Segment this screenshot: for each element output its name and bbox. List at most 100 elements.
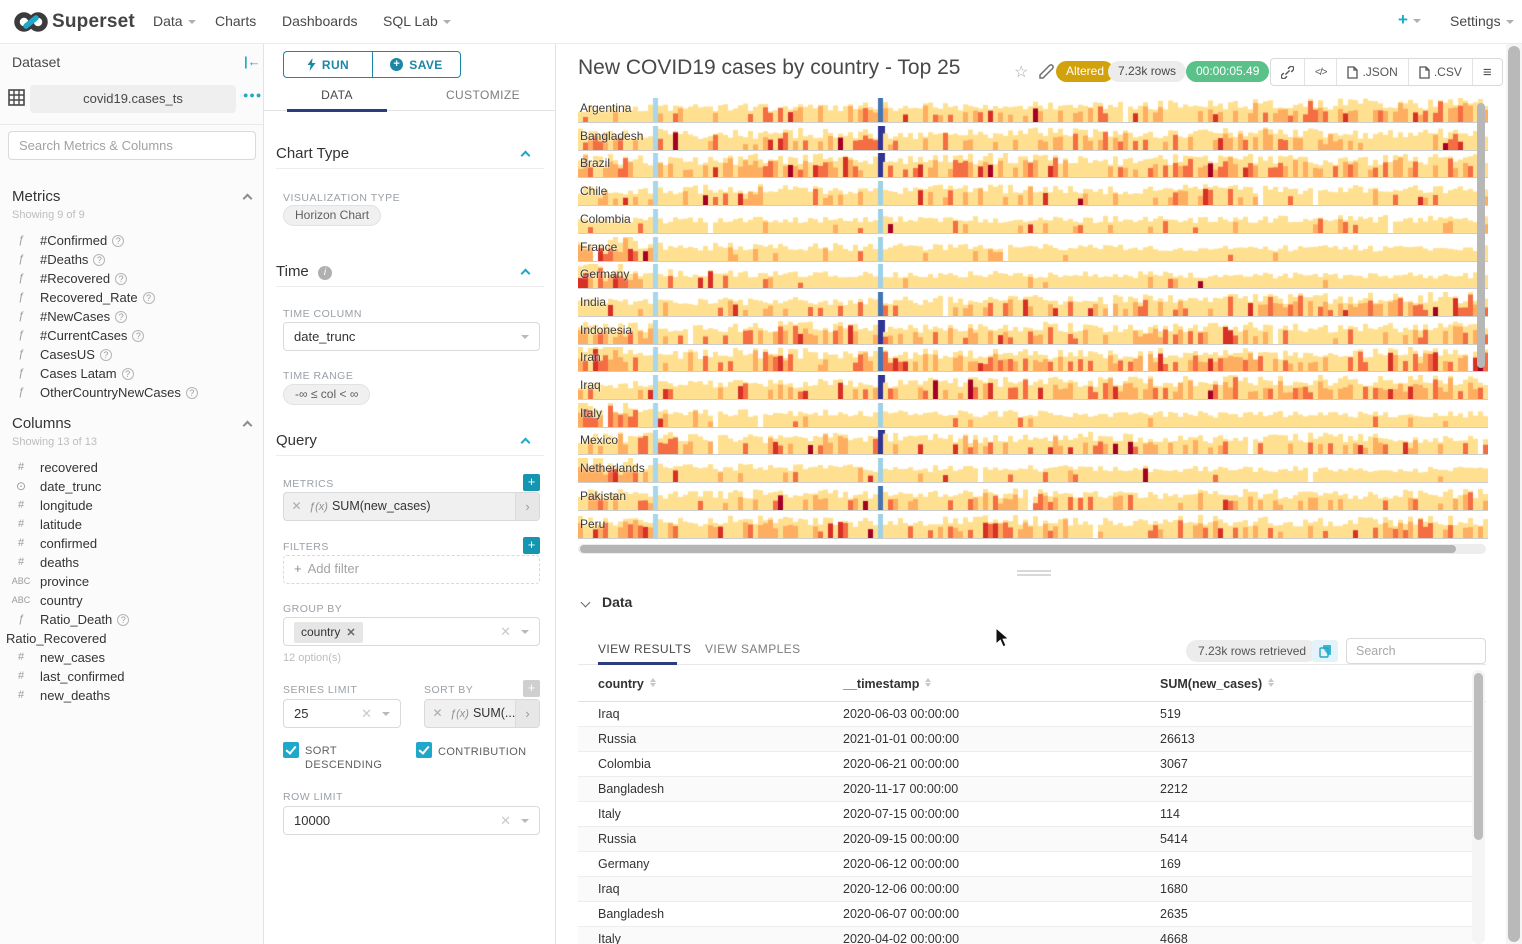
help-icon[interactable]: ? (100, 349, 112, 361)
export-json-button[interactable]: .JSON (1337, 59, 1408, 85)
favorite-star-icon[interactable]: ☆ (1014, 62, 1028, 82)
superset-logo-icon[interactable] (13, 9, 49, 35)
add-sort-metric-button[interactable]: + (523, 680, 540, 697)
metric-item[interactable]: ƒ#NewCases? (0, 307, 264, 326)
add-filter-button[interactable]: + (523, 537, 540, 554)
results-search-input[interactable] (1346, 638, 1486, 664)
viz-type-value[interactable]: Horizon Chart (283, 205, 381, 226)
row-limit-select[interactable]: 10000✕ (283, 806, 540, 835)
column-item[interactable]: #recovered (0, 458, 264, 477)
table-row[interactable]: Russia2021-01-01 00:00:0026613 (578, 727, 1473, 752)
column-item[interactable]: ⊙date_trunc (0, 477, 264, 496)
metric-item[interactable]: ƒ#Recovered? (0, 269, 264, 288)
time-column-select[interactable]: date_trunc (283, 322, 540, 351)
tab-data[interactable]: DATA (264, 84, 410, 110)
add-metric-button[interactable]: + (523, 474, 540, 491)
remove-metric-icon[interactable]: ✕ (284, 493, 309, 520)
clear-select-icon[interactable]: ✕ (361, 700, 372, 727)
clear-select-icon[interactable]: ✕ (500, 618, 511, 645)
sort-icon[interactable] (925, 678, 931, 688)
metric-item[interactable]: ƒ#Confirmed? (0, 231, 264, 250)
table-row[interactable]: Colombia2020-06-21 00:00:003067 (578, 752, 1473, 777)
add-filter-dropzone[interactable]: +Add filter (283, 555, 540, 584)
panel-resize-handle[interactable] (1004, 570, 1064, 580)
group-by-chip[interactable]: country✕ (294, 622, 363, 643)
column-header-country[interactable]: country (598, 677, 656, 691)
run-button[interactable]: RUN (283, 51, 372, 78)
nav-data-menu[interactable]: Data (153, 13, 196, 29)
tab-view-results[interactable]: VIEW RESULTS (598, 642, 691, 656)
metrics-columns-search-input[interactable] (8, 131, 256, 160)
table-row[interactable]: Bangladesh2020-11-17 00:00:002212 (578, 777, 1473, 802)
expand-metric-icon[interactable]: › (515, 493, 539, 520)
scrollbar-thumb[interactable] (580, 545, 1456, 553)
collapse-metrics-icon[interactable] (243, 194, 253, 204)
save-button[interactable]: + SAVE (372, 51, 461, 78)
column-item[interactable]: #new_cases (0, 648, 264, 667)
collapse-time-icon[interactable] (521, 269, 531, 279)
collapse-data-icon[interactable] (581, 598, 591, 608)
chart-menu-button[interactable]: ≡ (1473, 59, 1502, 85)
metric-item[interactable]: ƒRecovered_Rate? (0, 288, 264, 307)
nav-charts[interactable]: Charts (215, 13, 256, 29)
time-range-value[interactable]: -∞ ≤ col < ∞ (283, 384, 370, 405)
sort-by-chip[interactable]: ✕ ƒ(x)SUM(... › (424, 699, 540, 728)
column-item[interactable]: #latitude (0, 515, 264, 534)
table-row[interactable]: Italy2020-04-02 00:00:004668 (578, 927, 1473, 944)
table-row[interactable]: Bangladesh2020-06-07 00:00:002635 (578, 902, 1473, 927)
copy-link-button[interactable] (1271, 59, 1305, 85)
group-by-select[interactable]: country✕ ✕ (283, 617, 540, 646)
metric-item[interactable]: ƒ#CurrentCases? (0, 326, 264, 345)
help-icon[interactable]: ? (122, 368, 134, 380)
metric-item[interactable]: ƒ#Deaths? (0, 250, 264, 269)
tab-customize[interactable]: CUSTOMIZE (410, 84, 556, 110)
column-header-sum-new-cases[interactable]: SUM(new_cases) (1160, 677, 1274, 691)
page-scrollbar[interactable] (1506, 44, 1522, 944)
remove-chip-icon[interactable]: ✕ (346, 627, 355, 639)
metric-chip[interactable]: ✕ ƒ(x)SUM(new_cases) › (283, 492, 540, 521)
edit-properties-icon[interactable] (1039, 64, 1054, 79)
help-icon[interactable]: ? (117, 614, 129, 626)
remove-metric-icon[interactable]: ✕ (425, 700, 450, 727)
collapse-columns-icon[interactable] (243, 421, 253, 431)
table-row[interactable]: Iraq2020-12-06 00:00:001680 (578, 877, 1473, 902)
column-item[interactable]: ABCprovince (0, 572, 264, 591)
help-icon[interactable]: ? (143, 292, 155, 304)
column-header-timestamp[interactable]: __timestamp (843, 677, 931, 691)
expand-metric-icon[interactable]: › (515, 700, 539, 727)
nav-sqllab-menu[interactable]: SQL Lab (383, 13, 451, 29)
collapse-query-icon[interactable] (521, 438, 531, 448)
settings-menu[interactable]: Settings (1450, 13, 1514, 29)
export-csv-button[interactable]: .CSV (1409, 59, 1473, 85)
column-item[interactable]: #deaths (0, 553, 264, 572)
table-row[interactable]: Russia2020-09-15 00:00:005414 (578, 827, 1473, 852)
copy-data-button[interactable] (1312, 640, 1338, 662)
dataset-options-icon[interactable]: ●●● (243, 90, 262, 100)
table-row[interactable]: Iraq2020-06-03 00:00:00519 (578, 702, 1473, 727)
contribution-checkbox[interactable] (416, 742, 432, 758)
scrollbar-thumb[interactable] (1474, 673, 1483, 840)
column-item[interactable]: Ratio_Recovered (0, 629, 264, 648)
help-icon[interactable]: ? (93, 254, 105, 266)
embed-code-button[interactable]: </> (1305, 59, 1337, 85)
metric-item[interactable]: ƒCases Latam? (0, 364, 264, 383)
table-scrollbar[interactable] (1472, 670, 1485, 944)
help-icon[interactable]: ? (112, 235, 124, 247)
chart-horizontal-scrollbar[interactable] (578, 544, 1486, 554)
column-item[interactable]: ABCcountry (0, 591, 264, 610)
nav-dashboards[interactable]: Dashboards (282, 13, 358, 29)
column-item[interactable]: #confirmed (0, 534, 264, 553)
help-icon[interactable]: ? (115, 273, 127, 285)
new-item-button[interactable]: + (1398, 10, 1421, 30)
tab-view-samples[interactable]: VIEW SAMPLES (705, 642, 801, 656)
metric-item[interactable]: ƒOtherCountryNewCases? (0, 383, 264, 402)
column-item[interactable]: #last_confirmed (0, 667, 264, 686)
altered-badge[interactable]: Altered (1056, 61, 1114, 82)
column-item[interactable]: #longitude (0, 496, 264, 515)
brand-title[interactable]: Superset (52, 11, 135, 33)
data-section-title[interactable]: Data (602, 594, 632, 610)
column-item[interactable]: ƒRatio_Death? (0, 610, 264, 629)
sort-icon[interactable] (650, 678, 656, 688)
metric-item[interactable]: ƒCasesUS? (0, 345, 264, 364)
column-item[interactable]: #new_deaths (0, 686, 264, 705)
